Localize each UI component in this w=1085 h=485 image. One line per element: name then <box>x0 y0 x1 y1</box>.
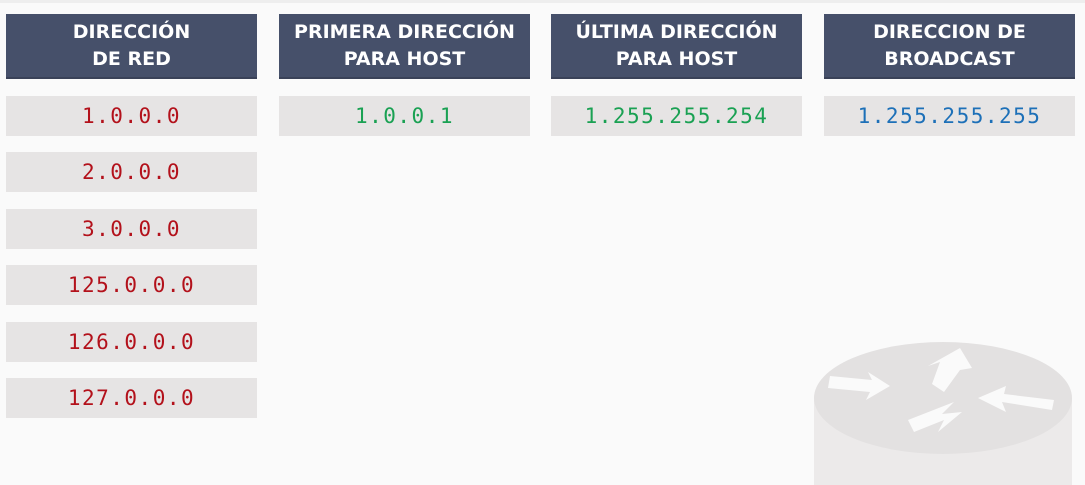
header-first-host: PRIMERA DIRECCIÓN PARA HOST <box>279 14 530 79</box>
first-host-cell: 1.0.0.1 <box>279 96 530 136</box>
header-network-address: DIRECCIÓN DE RED <box>6 14 257 79</box>
top-divider <box>0 0 1085 3</box>
router-icon <box>814 342 1072 485</box>
broadcast-cell: 1.255.255.255 <box>824 96 1075 136</box>
network-address-cell: 2.0.0.0 <box>6 152 257 192</box>
network-address-cell: 126.0.0.0 <box>6 322 257 362</box>
header-last-host: ÚLTIMA DIRECCIÓN PARA HOST <box>551 14 802 79</box>
network-address-cell: 1.0.0.0 <box>6 96 257 136</box>
last-host-cell: 1.255.255.254 <box>551 96 802 136</box>
network-address-cell: 127.0.0.0 <box>6 378 257 418</box>
network-address-cell: 125.0.0.0 <box>6 265 257 305</box>
header-broadcast: DIRECCION DE BROADCAST <box>824 14 1075 79</box>
network-address-cell: 3.0.0.0 <box>6 209 257 249</box>
